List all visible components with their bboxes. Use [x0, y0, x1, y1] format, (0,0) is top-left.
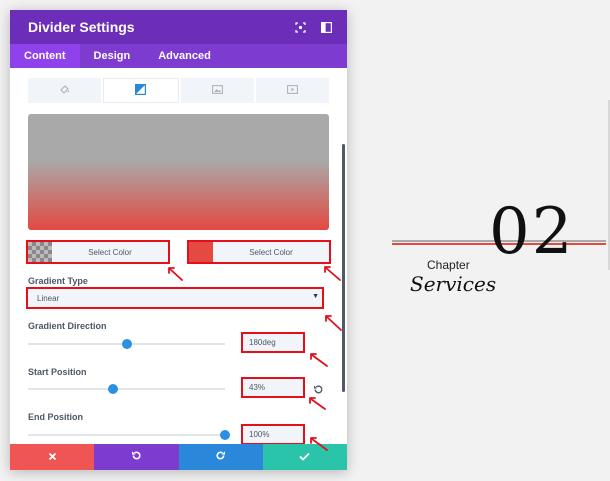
save-button[interactable]	[262, 444, 347, 470]
gradient-color-pickers: Select Color Select Color	[26, 240, 331, 264]
gradient-preview	[28, 114, 329, 230]
tab-content[interactable]: Content	[10, 44, 80, 68]
select-color-label: Select Color	[88, 247, 132, 257]
section-title: Services	[410, 272, 497, 296]
gradient-icon	[135, 82, 147, 100]
gradient-start-color-picker[interactable]: Select Color	[26, 240, 170, 264]
tab-advanced[interactable]: Advanced	[144, 44, 225, 68]
gradient-direction-slider[interactable]	[28, 339, 225, 349]
select-color-label: Select Color	[249, 247, 293, 257]
color-swatch	[28, 242, 52, 262]
modal-footer	[10, 444, 347, 470]
slider-handle[interactable]	[121, 339, 132, 349]
chevron-down-icon: ▼	[312, 293, 319, 300]
gradient-type-value: Linear	[37, 293, 60, 303]
check-icon	[299, 448, 311, 466]
settings-tabs: Content Design Advanced	[10, 44, 347, 68]
slider-handle[interactable]	[220, 430, 230, 440]
divider-settings-modal: Divider Settings Content Design Advanced	[10, 10, 347, 470]
background-type-gradient[interactable]	[103, 78, 179, 103]
slider-handle[interactable]	[107, 384, 118, 394]
scrollbar[interactable]	[342, 144, 345, 392]
background-type-image[interactable]	[180, 78, 254, 103]
redo-button[interactable]	[178, 444, 263, 470]
redo-icon	[215, 448, 226, 466]
start-position-label: Start Position	[28, 367, 87, 377]
end-position-input[interactable]: 100%	[241, 424, 305, 445]
background-type-switcher	[28, 78, 329, 103]
discard-button[interactable]	[10, 444, 95, 470]
video-icon	[286, 82, 298, 100]
chapter-number: 02	[489, 195, 575, 269]
start-position-slider[interactable]	[28, 384, 225, 394]
gradient-end-color-picker[interactable]: Select Color	[187, 240, 331, 264]
background-type-video[interactable]	[255, 78, 329, 103]
chapter-label: Chapter	[427, 258, 470, 272]
gradient-type-label: Gradient Type	[28, 276, 88, 286]
tab-design[interactable]: Design	[80, 44, 145, 68]
header-actions	[293, 20, 333, 34]
image-icon	[211, 82, 223, 100]
start-position-input[interactable]: 43%	[241, 377, 305, 398]
gradient-direction-input[interactable]: 180deg	[241, 332, 305, 353]
sidebar-toggle-icon[interactable]	[319, 20, 333, 34]
focus-icon[interactable]	[293, 20, 307, 34]
color-icon	[59, 82, 70, 100]
reset-icon[interactable]	[313, 382, 324, 400]
end-position-slider[interactable]	[28, 430, 230, 440]
modal-title: Divider Settings	[28, 19, 135, 35]
background-type-color[interactable]	[28, 78, 102, 103]
gradient-type-select[interactable]: Linear ▼	[26, 287, 324, 309]
undo-icon	[131, 448, 142, 466]
color-swatch	[189, 242, 213, 262]
modal-header: Divider Settings	[10, 10, 347, 44]
gradient-direction-label: Gradient Direction	[28, 321, 107, 331]
close-icon	[48, 448, 57, 466]
end-position-label: End Position	[28, 412, 83, 422]
undo-button[interactable]	[94, 444, 179, 470]
